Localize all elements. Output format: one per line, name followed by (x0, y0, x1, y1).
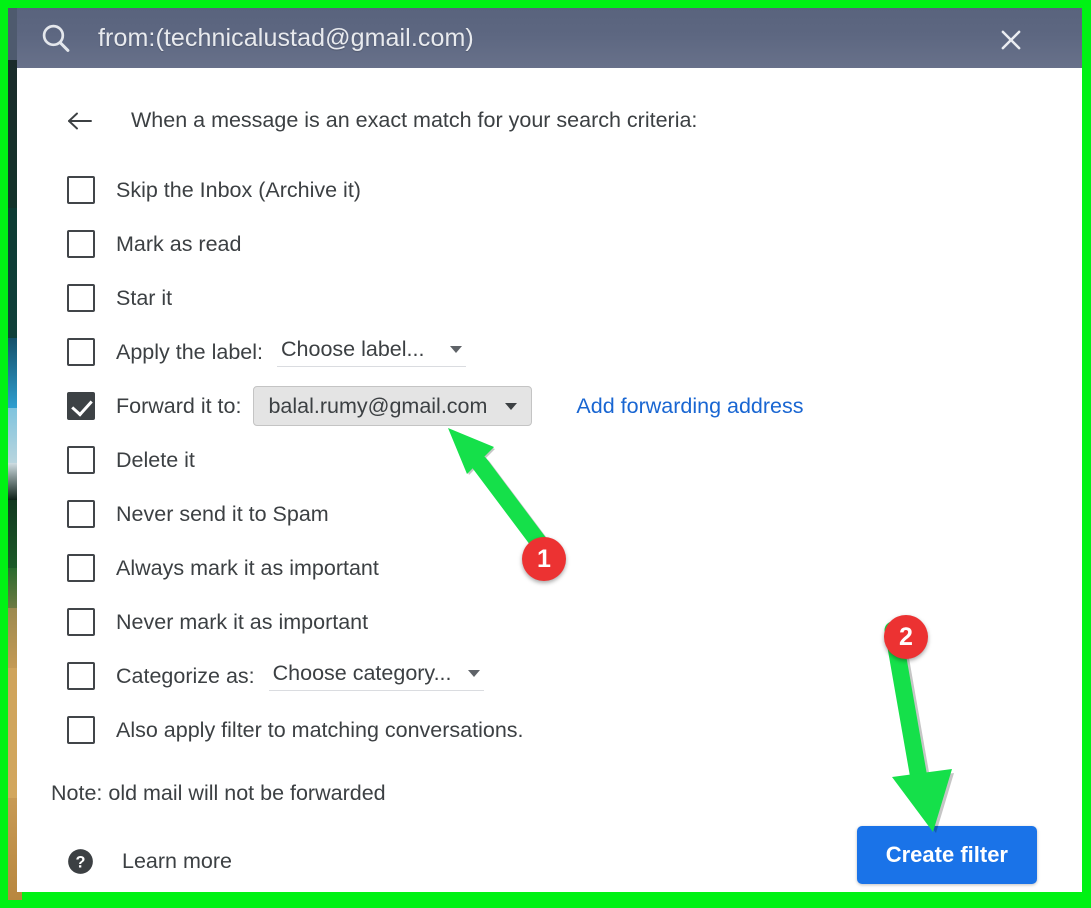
action-row-never-send-to-spam[interactable]: Never send it to Spam (67, 487, 1050, 541)
search-header-bar: from:(technicalustad@gmail.com) (17, 8, 1082, 68)
checkbox-star-it[interactable] (67, 284, 95, 312)
checkbox-delete-it[interactable] (67, 446, 95, 474)
choose-category-value: Choose category... (272, 661, 452, 685)
checkbox-forward-it-to[interactable] (67, 392, 95, 420)
add-forwarding-address-link[interactable]: Add forwarding address (576, 394, 803, 419)
action-row-apply-label[interactable]: Apply the label: Choose label... (67, 325, 1050, 379)
label-delete-it: Delete it (116, 447, 195, 472)
label-apply-label: Apply the label: (116, 339, 264, 364)
criteria-title-row: When a message is an exact match for you… (67, 108, 1050, 133)
checkbox-never-send-to-spam[interactable] (67, 500, 95, 528)
forward-address-value: balal.rumy@gmail.com (268, 393, 488, 418)
search-query-text[interactable]: from:(technicalustad@gmail.com) (98, 24, 474, 53)
chevron-down-icon (467, 670, 480, 677)
label-always-important: Always mark it as important (116, 555, 379, 580)
checkbox-skip-inbox[interactable] (67, 176, 95, 204)
label-categorize-as: Categorize as: (116, 663, 255, 688)
page-title: When a message is an exact match for you… (131, 108, 698, 132)
annotation-badge-1: 1 (522, 537, 566, 581)
action-row-mark-as-read[interactable]: Mark as read (67, 217, 1050, 271)
label-never-send-to-spam: Never send it to Spam (116, 501, 329, 526)
dialog-footer: ? Learn more Create filter (49, 826, 1050, 896)
annotation-badge-2: 2 (884, 615, 928, 659)
checkbox-always-important[interactable] (67, 554, 95, 582)
close-icon[interactable] (998, 27, 1024, 53)
learn-more-link[interactable]: Learn more (122, 849, 232, 874)
choose-category-select[interactable]: Choose category... (268, 661, 484, 691)
checkbox-categorize-as[interactable] (67, 662, 95, 690)
checkbox-never-important[interactable] (67, 608, 95, 636)
create-filter-dialog: from:(technicalustad@gmail.com) When a m… (17, 8, 1082, 892)
search-icon[interactable] (39, 21, 73, 55)
label-star-it: Star it (116, 285, 173, 310)
action-row-delete-it[interactable]: Delete it (67, 433, 1050, 487)
action-row-also-apply-filter[interactable]: Also apply filter to matching conversati… (67, 703, 1050, 757)
checkbox-also-apply-filter[interactable] (67, 716, 95, 744)
forwarding-note: Note: old mail will not be forwarded (51, 781, 386, 805)
label-forward-it-to: Forward it to: (116, 393, 242, 418)
screenshot-root: from:(technicalustad@gmail.com) When a m… (0, 0, 1091, 908)
dialog-body: When a message is an exact match for you… (17, 68, 1082, 892)
action-row-skip-inbox[interactable]: Skip the Inbox (Archive it) (67, 163, 1050, 217)
checkbox-mark-as-read[interactable] (67, 230, 95, 258)
forward-address-select[interactable]: balal.rumy@gmail.com (253, 386, 533, 426)
chevron-down-icon (505, 402, 518, 410)
choose-label-value: Choose label... (281, 337, 425, 361)
choose-label-select[interactable]: Choose label... (277, 337, 467, 367)
create-filter-button[interactable]: Create filter (856, 826, 1037, 884)
chevron-down-icon (450, 346, 463, 353)
label-skip-inbox: Skip the Inbox (Archive it) (116, 177, 361, 202)
action-row-forward-it-to[interactable]: Forward it to: balal.rumy@gmail.com Add … (67, 379, 1050, 433)
arrow-left-icon[interactable] (67, 110, 93, 132)
label-also-apply-filter: Also apply filter to matching conversati… (116, 717, 524, 742)
label-never-important: Never mark it as important (116, 609, 369, 634)
svg-text:?: ? (76, 853, 86, 871)
checkbox-apply-label[interactable] (67, 338, 95, 366)
label-mark-as-read: Mark as read (116, 231, 242, 256)
help-circle-icon[interactable]: ? (67, 848, 94, 875)
action-row-star-it[interactable]: Star it (67, 271, 1050, 325)
